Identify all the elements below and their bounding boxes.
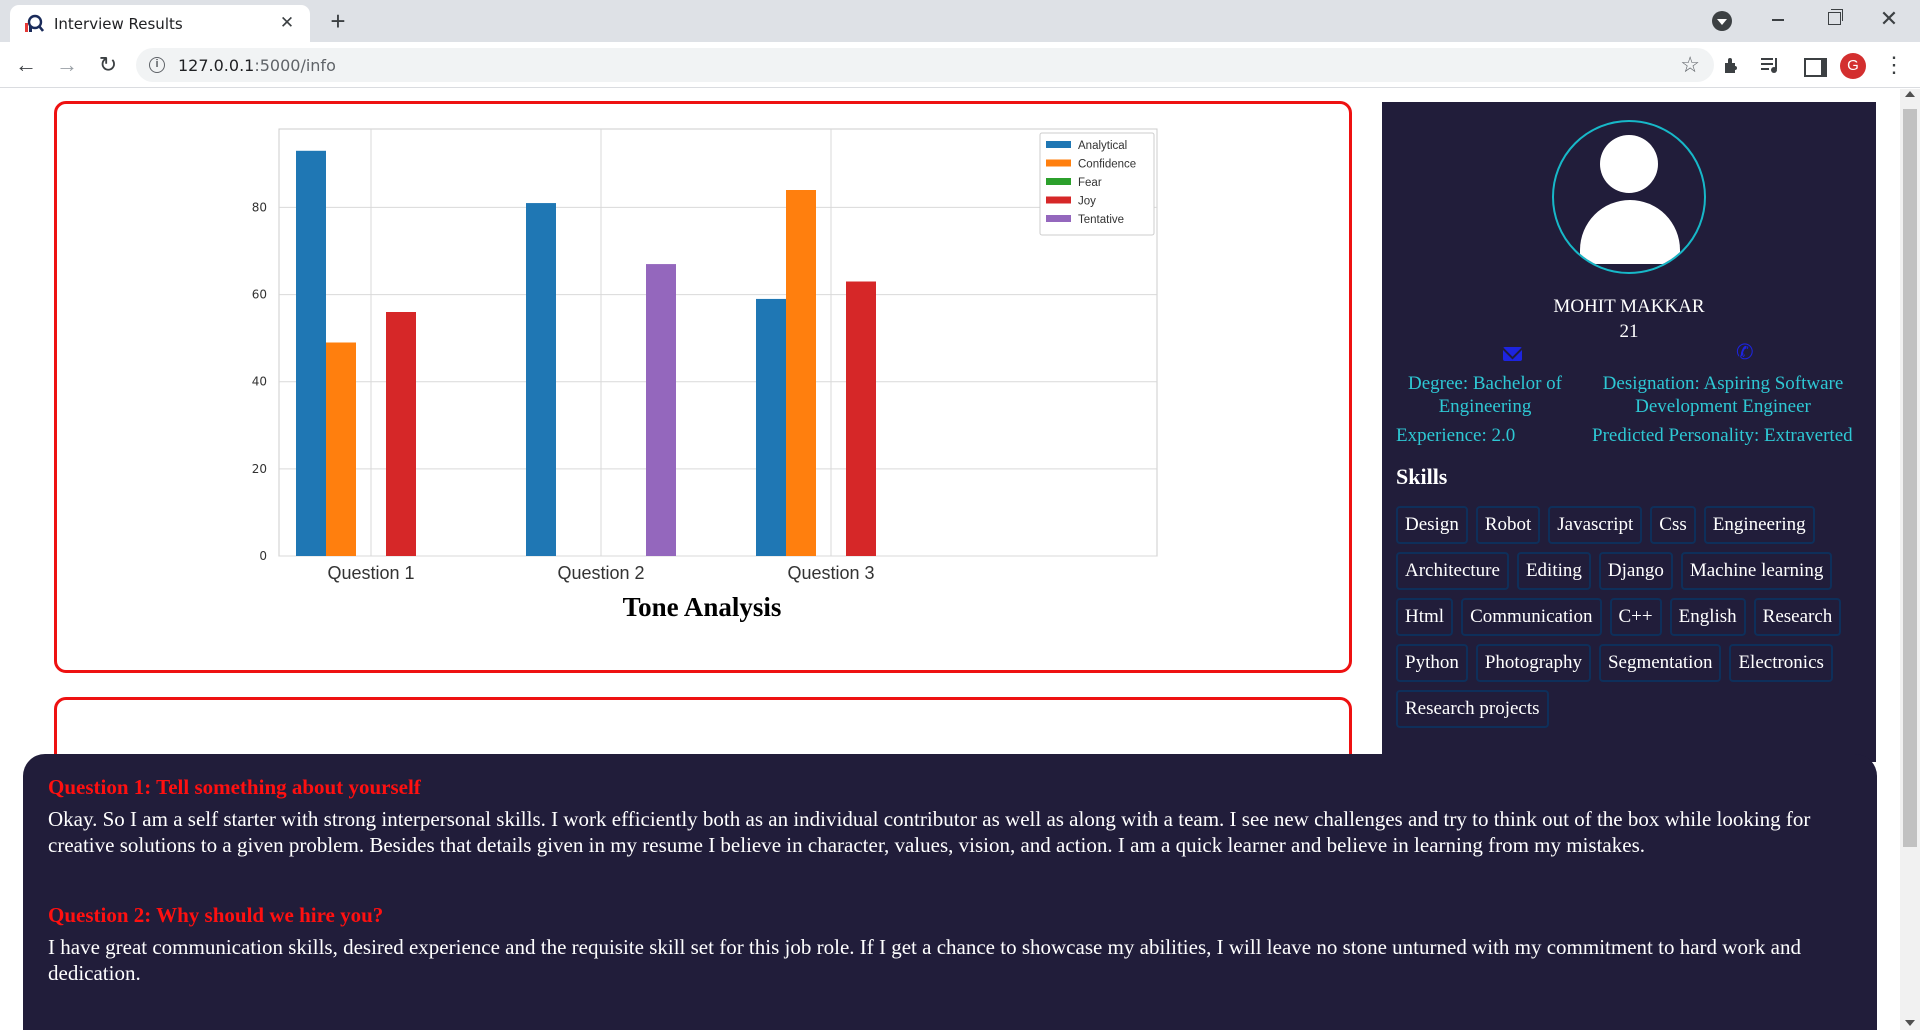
site-info-icon[interactable]: i <box>149 57 165 73</box>
legend-swatch <box>1046 141 1071 148</box>
minimize-window-button[interactable] <box>1755 4 1801 34</box>
questions-panel: Question 1: Tell something about yoursel… <box>23 754 1877 1030</box>
tone-analysis-chart: 020406080Question 1 Question 2 Question 3 … <box>252 128 1158 622</box>
app-favicon-icon <box>25 14 44 32</box>
bar-analytical-3 <box>756 298 786 556</box>
extensions-puzzle-icon[interactable] <box>1718 51 1746 79</box>
phone-icon[interactable]: ✆ <box>1736 342 1754 363</box>
candidate-name: MOHIT MAKKAR <box>1553 296 1705 317</box>
x-tick-label: Question 3 <box>787 563 874 583</box>
question-title: Question 1: Tell something about yoursel… <box>48 775 421 799</box>
legend-label: Tentative <box>1078 214 1124 226</box>
new-tab-button[interactable]: + <box>324 8 352 36</box>
tab-search-icon[interactable] <box>1712 11 1732 31</box>
skill-chip: Electronics <box>1729 644 1833 682</box>
legend-swatch <box>1046 178 1071 185</box>
scroll-thumb[interactable] <box>1903 109 1917 847</box>
designation-text: Designation: Aspiring Software Developme… <box>1602 373 1844 417</box>
url-host: 127.0.0.1 <box>178 56 255 75</box>
bar-joy-1 <box>386 312 416 556</box>
skill-chip: Python <box>1396 644 1468 682</box>
y-tick-label: 0 <box>259 549 267 563</box>
restore-window-button[interactable] <box>1810 4 1856 34</box>
skill-chip: Photography <box>1475 644 1591 682</box>
profile-avatar[interactable]: G <box>1840 53 1866 79</box>
y-tick-label: 40 <box>252 375 267 389</box>
email-icon[interactable] <box>1503 347 1522 361</box>
experience-text: Experience: 2.0 <box>1396 425 1516 446</box>
skill-chip: Research <box>1753 598 1842 636</box>
skill-chip: Segmentation <box>1598 644 1722 682</box>
scroll-up-arrow-icon[interactable] <box>1905 91 1915 97</box>
bar-analytical-1 <box>296 150 326 556</box>
skills-heading: Skills <box>1396 464 1448 489</box>
tab-title: Interview Results <box>54 15 183 33</box>
candidate-age: 21 <box>1619 321 1639 342</box>
skill-chip: English <box>1669 598 1746 636</box>
avatar <box>1552 120 1706 274</box>
skill-chip: Html <box>1396 598 1454 636</box>
scroll-down-arrow-icon[interactable] <box>1905 1020 1915 1026</box>
candidate-profile-panel: MOHIT MAKKAR 21 ✆ Degree: Bachelor of En… <box>1382 102 1876 762</box>
skill-chip: Communication <box>1461 598 1602 636</box>
browser-tab[interactable]: Interview Results ✕ <box>10 5 310 42</box>
media-control-icon[interactable] <box>1757 51 1785 79</box>
legend-swatch <box>1046 215 1071 222</box>
bar-joy-3 <box>846 281 876 556</box>
y-tick-label: 20 <box>252 462 267 476</box>
bar-analytical-2 <box>526 203 556 557</box>
browser-tabstrip: Interview Results ✕ + ✕ <box>0 0 1920 42</box>
page-scrollbar[interactable] <box>1900 89 1920 1030</box>
skill-chip: Editing <box>1516 552 1591 590</box>
skill-chip: Css <box>1650 506 1696 544</box>
tab-close-icon[interactable]: ✕ <box>276 12 298 34</box>
user-silhouette-body <box>1580 200 1680 264</box>
reload-icon[interactable]: ↻ <box>94 51 122 79</box>
question-answer: Okay. So I am a self starter with strong… <box>48 807 1811 857</box>
browser-toolbar: ← → ↻ i 127.0.0.1:5000/info ☆ G ⋮ <box>0 42 1920 88</box>
degree-text: Degree: Bachelor of Engineering <box>1407 373 1563 417</box>
bar-confidence-1 <box>326 342 356 556</box>
legend-swatch <box>1046 196 1071 204</box>
url-text: 127.0.0.1:5000/info <box>178 56 336 75</box>
y-tick-label: 60 <box>252 288 267 302</box>
close-window-button[interactable]: ✕ <box>1866 4 1912 34</box>
user-silhouette-icon <box>1600 135 1658 193</box>
x-tick-label: Question 1 <box>327 563 414 583</box>
legend-label: Joy <box>1078 196 1096 208</box>
skill-chip: Research projects <box>1396 690 1549 728</box>
x-tick-label: Question 2 <box>557 563 644 583</box>
tone-chart-card: 0 20 40 60 80 Question 1 Question 2 Question 3 … <box>54 101 1352 673</box>
forward-arrow-icon[interactable]: → <box>53 51 81 79</box>
bookmark-star-icon[interactable]: ☆ <box>1680 52 1700 78</box>
bar-tentative-2 <box>646 264 676 556</box>
skills-list: Design Robot Javascript Css Engineering Archi… <box>1396 506 1866 728</box>
url-path: :5000/info <box>254 56 336 75</box>
legend-label: Confidence <box>1078 159 1136 171</box>
question-answer: I have great communication skills, desir… <box>48 935 1802 985</box>
browser-menu-icon[interactable]: ⋮ <box>1880 51 1908 79</box>
legend-swatch <box>1046 159 1071 167</box>
legend-label: Analytical <box>1078 140 1127 152</box>
skill-chip: Django <box>1598 552 1673 590</box>
skill-chip: Design <box>1396 506 1468 544</box>
legend-label: Fear <box>1078 177 1102 189</box>
y-tick-label: 80 <box>252 200 267 214</box>
bar-confidence-3 <box>786 190 816 556</box>
chart-title: Tone Analysis <box>623 592 782 622</box>
page-viewport: 0 20 40 60 80 Question 1 Question 2 Question 3 … <box>0 89 1920 1030</box>
address-bar[interactable]: i 127.0.0.1:5000/info ☆ <box>136 48 1714 82</box>
skill-chip: C++ <box>1609 598 1662 636</box>
side-panel-icon[interactable] <box>1797 51 1827 79</box>
skill-chip: Robot <box>1475 506 1541 544</box>
skill-chip: Javascript <box>1548 506 1643 544</box>
back-arrow-icon[interactable]: ← <box>12 51 40 79</box>
skill-chip: Machine learning <box>1680 552 1833 590</box>
skill-chip: Engineering <box>1703 506 1815 544</box>
skill-chip: Architecture <box>1396 552 1509 590</box>
question-title: Question 2: Why should we hire you? <box>48 903 384 927</box>
personality-text: Predicted Personality: Extraverted <box>1592 425 1853 446</box>
